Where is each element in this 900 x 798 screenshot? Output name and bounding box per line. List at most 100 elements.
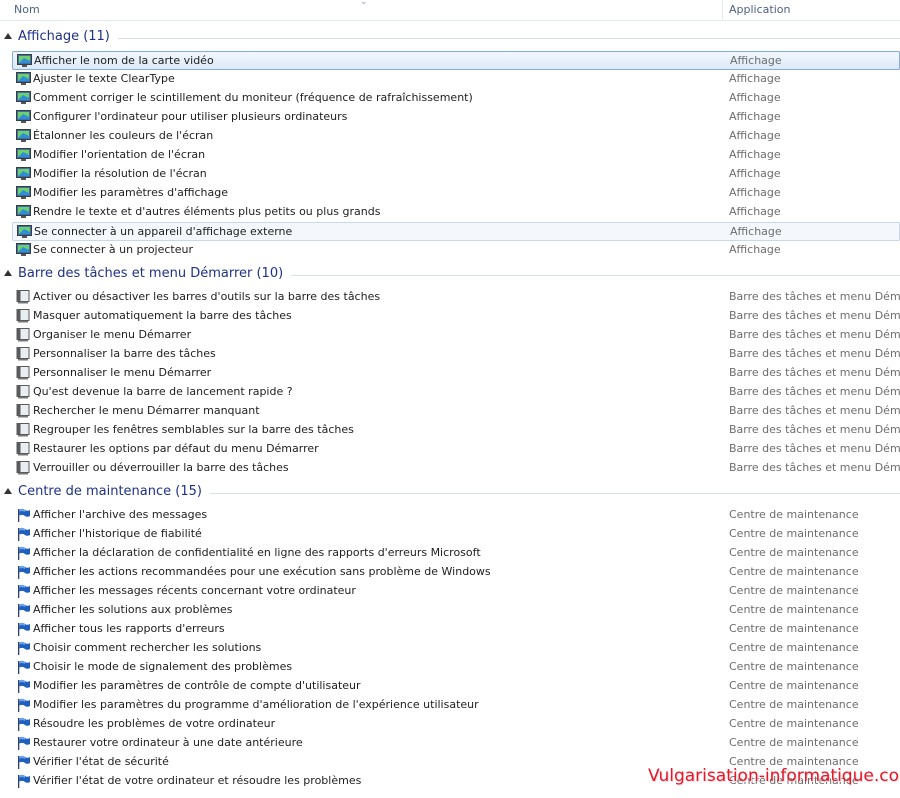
list-item[interactable]: Afficher les actions recommandées pour u… <box>12 563 900 582</box>
item-name: Qu'est devenue la barre de lancement rap… <box>33 385 293 398</box>
list-item[interactable]: Restaurer les options par défaut du menu… <box>12 440 900 459</box>
monitor-icon <box>16 243 31 257</box>
list-item[interactable]: Se connecter à un projecteur Affichage <box>12 241 900 260</box>
group-header[interactable]: Centre de maintenance (15) <box>0 483 900 503</box>
flag-icon <box>16 660 31 674</box>
item-name: Verrouiller ou déverrouiller la barre de… <box>33 461 289 474</box>
flag-icon <box>16 603 31 617</box>
item-application: Barre des tâches et menu Démarrer <box>729 309 900 322</box>
item-application: Affichage <box>729 186 781 199</box>
collapse-arrow-icon[interactable] <box>4 270 12 276</box>
list-item[interactable]: Configurer l'ordinateur pour utiliser pl… <box>12 108 900 127</box>
list-item[interactable]: Qu'est devenue la barre de lancement rap… <box>12 383 900 402</box>
taskbar-icon <box>16 461 31 475</box>
group-header[interactable]: Affichage (11) <box>0 28 900 48</box>
item-name: Étalonner les couleurs de l'écran <box>33 129 214 142</box>
flag-icon <box>16 641 31 655</box>
list-item[interactable]: Organiser le menu Démarrer Barre des tâch… <box>12 326 900 345</box>
list-item[interactable]: Masquer automatiquement la barre des tâc… <box>12 307 900 326</box>
group-divider-line <box>210 493 900 494</box>
taskbar-icon <box>16 347 31 361</box>
group-title: Centre de maintenance (15) <box>18 484 202 499</box>
item-application: Centre de maintenance <box>729 565 859 578</box>
item-name: Modifier l'orientation de l'écran <box>33 148 206 161</box>
taskbar-icon <box>16 290 31 304</box>
group-header[interactable]: Barre des tâches et menu Démarrer (10) <box>0 265 900 285</box>
list-item[interactable]: Personnaliser le menu Démarrer Barre des … <box>12 364 900 383</box>
list-item[interactable]: Modifier les paramètres d'affichage Affic… <box>12 184 900 203</box>
collapse-arrow-icon[interactable] <box>4 33 12 39</box>
item-name: Afficher l'archive des messages <box>33 508 208 521</box>
item-application: Affichage <box>729 167 781 180</box>
list-item[interactable]: Étalonner les couleurs de l'écran Afficha… <box>12 127 900 146</box>
item-name: Regrouper les fenêtres semblables sur la… <box>33 423 354 436</box>
item-application: Centre de maintenance <box>729 546 859 559</box>
list-item[interactable]: Ajuster le texte ClearType Affichage <box>12 70 900 89</box>
list-item[interactable]: Personnaliser la barre des tâches Barre d… <box>12 345 900 364</box>
item-application: Barre des tâches et menu Démarrer <box>729 461 900 474</box>
item-name: Configurer l'ordinateur pour utiliser pl… <box>33 110 348 123</box>
list-item[interactable]: Afficher la déclaration de confidentiali… <box>12 544 900 563</box>
list-item[interactable]: Afficher tous les rapports d'erreurs Cent… <box>12 620 900 639</box>
monitor-icon <box>16 148 31 162</box>
list-item[interactable]: Activer ou désactiver les barres d'outil… <box>12 288 900 307</box>
list-item[interactable]: Comment corriger le scintillement du mon… <box>12 89 900 108</box>
flag-icon <box>16 717 31 731</box>
monitor-icon <box>16 110 31 124</box>
collapse-arrow-icon[interactable] <box>4 488 12 494</box>
monitor-icon <box>16 186 31 200</box>
item-application: Affichage <box>729 129 781 142</box>
item-application: Affichage <box>729 243 781 256</box>
item-application: Barre des tâches et menu Démarrer <box>729 404 900 417</box>
monitor-icon <box>16 167 31 181</box>
item-name: Choisir le mode de signalement des probl… <box>33 660 293 673</box>
item-name: Choisir comment rechercher les solutions <box>33 641 262 654</box>
list-item[interactable]: Afficher le nom de la carte vidéo Afficha… <box>12 51 900 70</box>
taskbar-icon <box>16 404 31 418</box>
item-application: Barre des tâches et menu Démarrer <box>729 442 900 455</box>
monitor-icon <box>17 225 32 239</box>
item-application: Affichage <box>729 91 781 104</box>
watermark: Vulgarisation-informatique.com <box>648 766 900 786</box>
item-name: Activer ou désactiver les barres d'outil… <box>33 290 381 303</box>
monitor-icon <box>16 91 31 105</box>
item-application: Centre de maintenance <box>729 508 859 521</box>
item-application: Centre de maintenance <box>729 527 859 540</box>
list-item[interactable]: Afficher les messages récents concernant… <box>12 582 900 601</box>
column-divider[interactable] <box>722 0 723 20</box>
list-item[interactable]: Afficher les solutions aux problèmes Cent… <box>12 601 900 620</box>
list-item[interactable]: Afficher l'historique de fiabilité Centre… <box>12 525 900 544</box>
group-divider-line <box>118 38 900 39</box>
item-name: Afficher tous les rapports d'erreurs <box>33 622 225 635</box>
list-item[interactable]: Afficher l'archive des messages Centre de… <box>12 506 900 525</box>
item-name: Afficher les actions recommandées pour u… <box>33 565 491 578</box>
list-item[interactable]: Choisir le mode de signalement des probl… <box>12 658 900 677</box>
list-item[interactable]: Rechercher le menu Démarrer manquant Barr… <box>12 402 900 421</box>
taskbar-icon <box>16 442 31 456</box>
flag-icon <box>16 774 31 788</box>
flag-icon <box>16 527 31 541</box>
list-item[interactable]: Rendre le texte et d'autres éléments plu… <box>12 203 900 222</box>
column-header-name[interactable]: Nom <box>14 3 40 16</box>
list-item[interactable]: Choisir comment rechercher les solutions… <box>12 639 900 658</box>
flag-icon <box>16 565 31 579</box>
list-item[interactable]: Regrouper les fenêtres semblables sur la… <box>12 421 900 440</box>
item-name: Restaurer votre ordinateur à une date an… <box>33 736 303 749</box>
item-application: Centre de maintenance <box>729 660 859 673</box>
list-item[interactable]: Se connecter à un appareil d'affichage e… <box>12 222 900 241</box>
list-item[interactable]: Verrouiller ou déverrouiller la barre de… <box>12 459 900 478</box>
list-item[interactable]: Modifier les paramètres de contrôle de c… <box>12 677 900 696</box>
list-item[interactable]: Modifier l'orientation de l'écran Afficha… <box>12 146 900 165</box>
item-application: Affichage <box>729 110 781 123</box>
item-name: Vérifier l'état de votre ordinateur et r… <box>33 774 362 787</box>
item-application: Centre de maintenance <box>729 698 859 711</box>
flag-icon <box>16 546 31 560</box>
list-item[interactable]: Modifier les paramètres du programme d'a… <box>12 696 900 715</box>
item-name: Modifier les paramètres du programme d'a… <box>33 698 479 711</box>
list-item[interactable]: Restaurer votre ordinateur à une date an… <box>12 734 900 753</box>
column-header-application[interactable]: Application <box>729 3 790 16</box>
list-item[interactable]: Modifier la résolution de l'écran Afficha… <box>12 165 900 184</box>
item-application: Barre des tâches et menu Démarrer <box>729 385 900 398</box>
flag-icon <box>16 622 31 636</box>
list-item[interactable]: Résoudre les problèmes de votre ordinate… <box>12 715 900 734</box>
